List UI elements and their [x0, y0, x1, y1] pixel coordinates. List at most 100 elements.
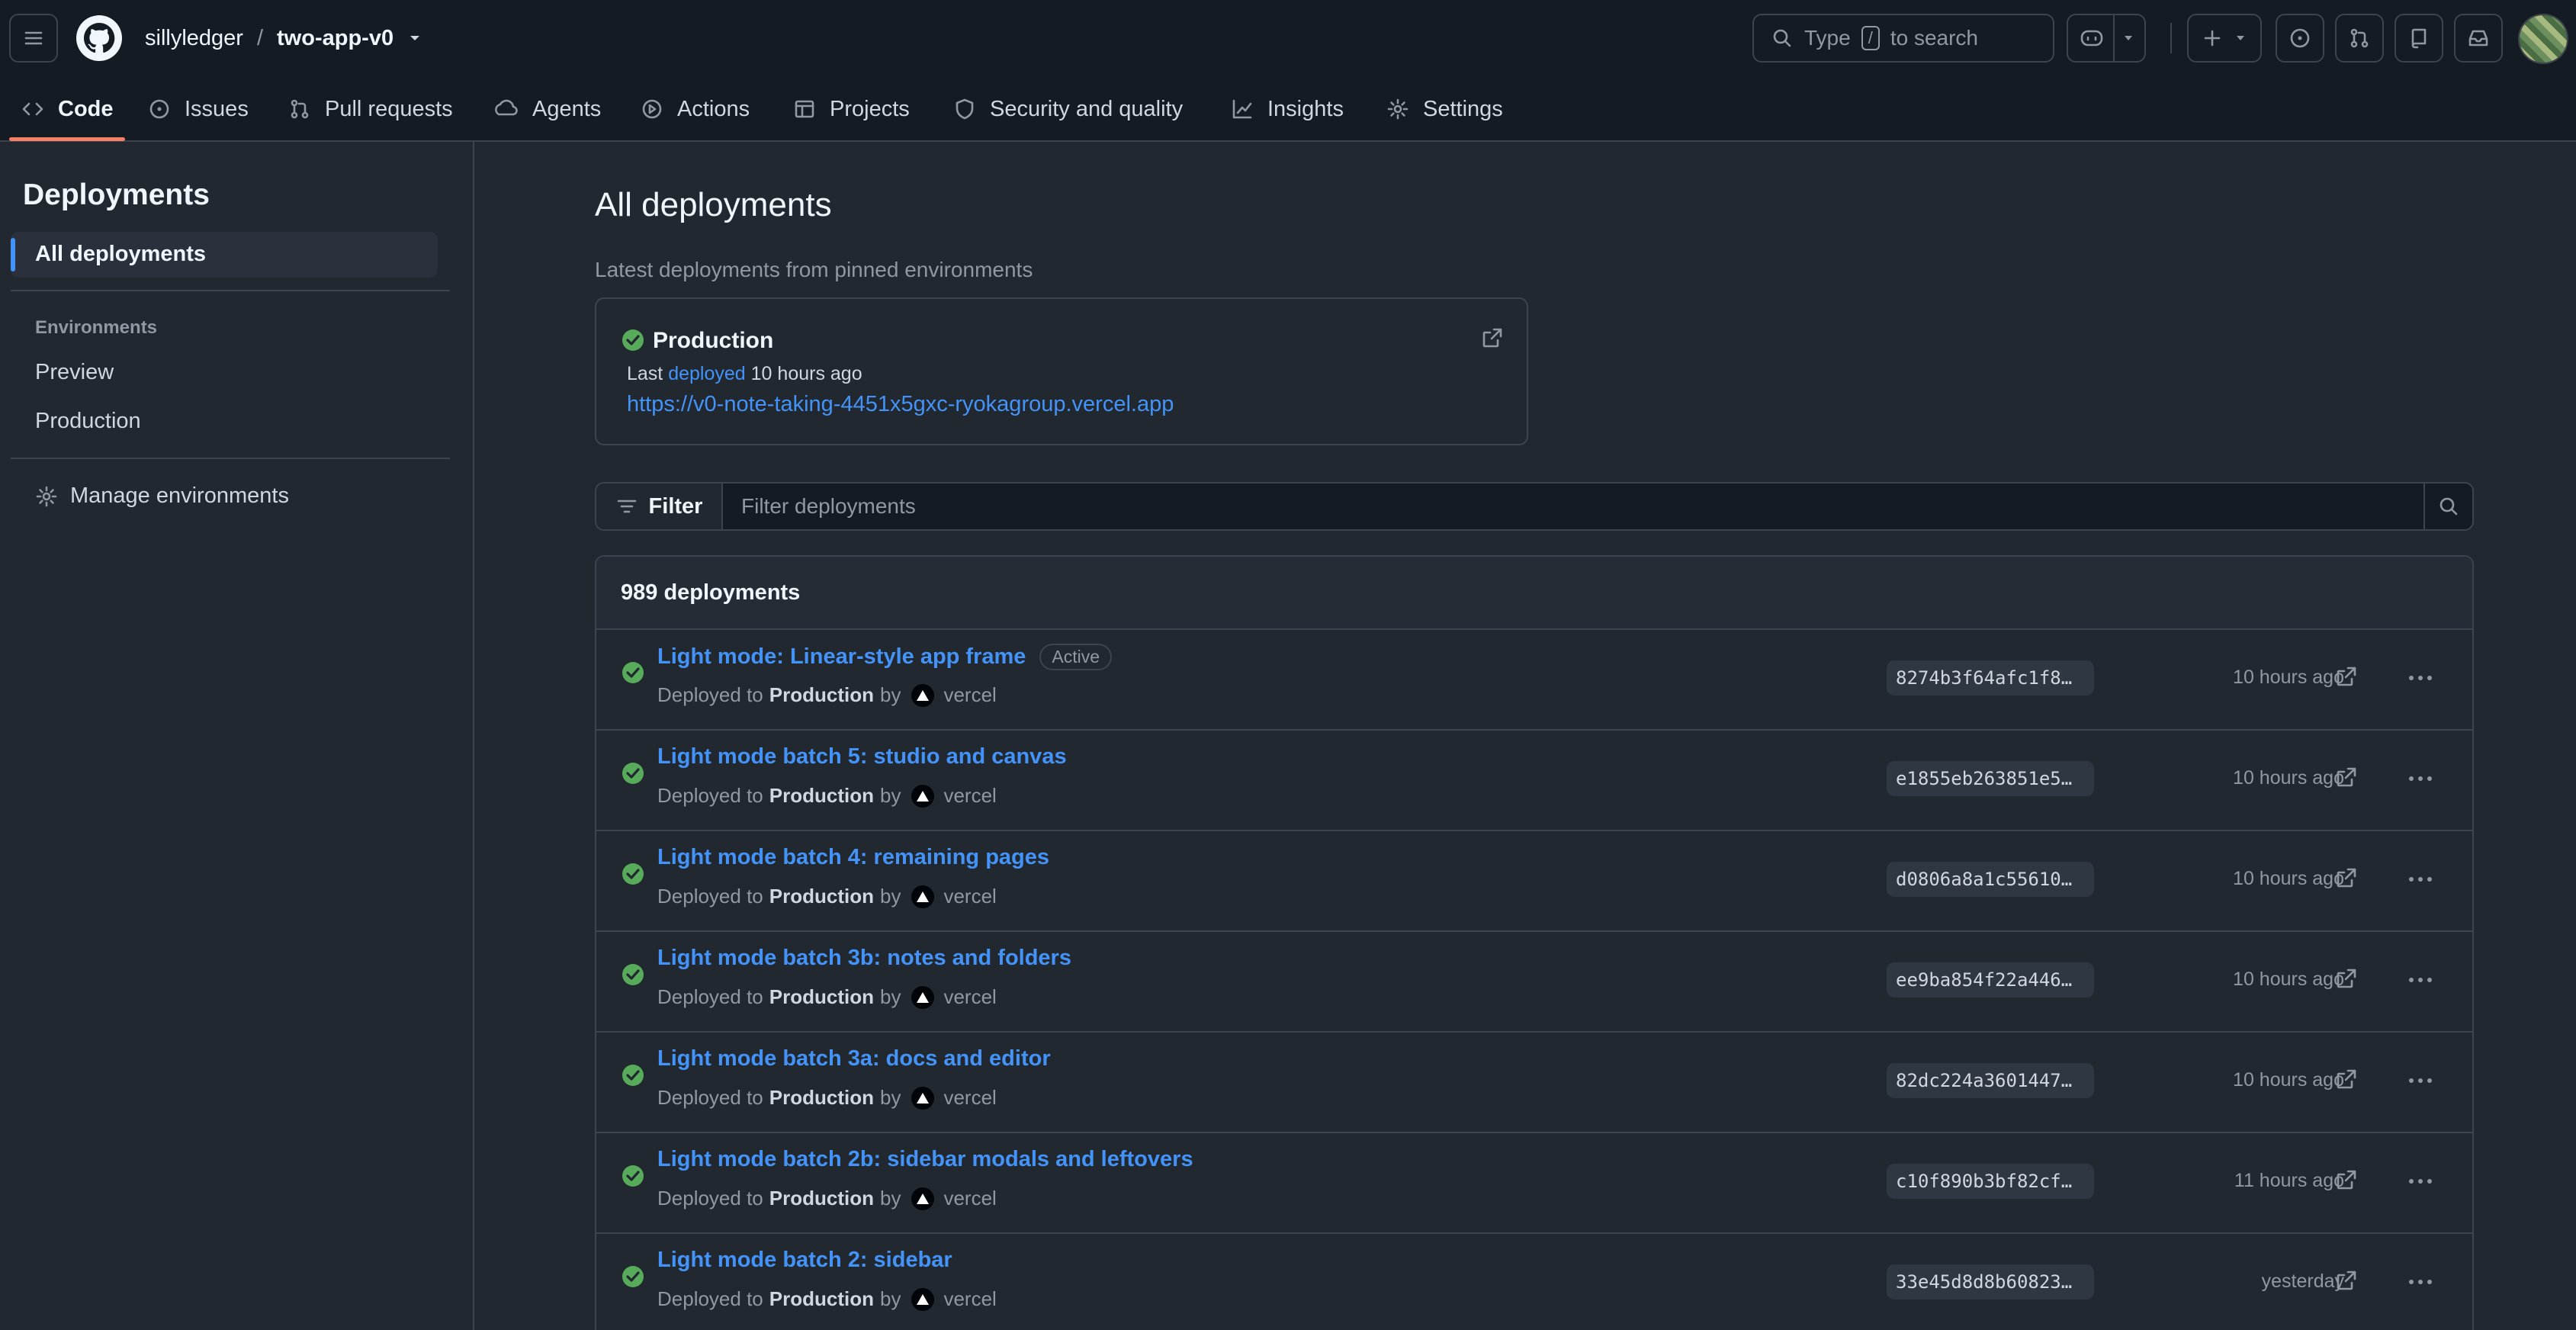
deployment-title-group: Light mode batch 3b: notes and folders — [657, 946, 1071, 971]
link-external-icon[interactable] — [2335, 967, 2358, 990]
deployment-title-link[interactable]: Light mode batch 2: sidebar — [657, 1248, 952, 1273]
deployment-title-link[interactable]: Light mode: Linear-style app frame — [657, 644, 1026, 670]
global-search[interactable]: Type / to search — [1752, 14, 2054, 63]
deployment-meta: Deployed to Production by vercel — [657, 683, 997, 707]
deployment-title-group: Light mode batch 2: sidebar — [657, 1248, 952, 1273]
kebab-horizontal-icon[interactable] — [2407, 1271, 2434, 1293]
deployer-name[interactable]: vercel — [943, 683, 996, 707]
tab-projects[interactable]: Projects — [793, 76, 910, 142]
active-tab-indicator — [9, 137, 125, 141]
deployment-title-group: Light mode: Linear-style app frame Activ… — [657, 644, 1113, 670]
commit-sha[interactable]: d0806a8a1c55610… — [1887, 862, 2094, 897]
search-prefix: Type — [1804, 26, 1851, 50]
breadcrumb-owner[interactable]: sillyledger — [145, 26, 243, 51]
by-text: by — [879, 784, 901, 807]
tab-settings[interactable]: Settings — [1386, 76, 1503, 142]
deployed-to-text: Deployed to — [657, 1287, 763, 1310]
kebab-horizontal-icon[interactable] — [2407, 767, 2434, 790]
deployment-url-link[interactable]: https://v0-note-taking-4451x5gxc-ryokagr… — [627, 392, 1174, 417]
avatar[interactable] — [2518, 14, 2568, 64]
deployed-link[interactable]: deployed — [668, 363, 745, 384]
deployment-title-link[interactable]: Light mode batch 5: studio and canvas — [657, 744, 1067, 769]
deployment-rows: Light mode: Linear-style app frame Activ… — [596, 630, 2472, 1330]
deployment-title-link[interactable]: Light mode batch 3a: docs and editor — [657, 1046, 1051, 1071]
deployer-name[interactable]: vercel — [943, 784, 996, 808]
deployment-row: Light mode batch 5: studio and canvas De… — [596, 731, 2472, 831]
tab-insights[interactable]: Insights — [1231, 76, 1344, 142]
tab-actions[interactable]: Actions — [641, 76, 750, 142]
commit-sha[interactable]: 8274b3f64afc1f8… — [1887, 660, 2094, 696]
check-circle-icon — [622, 1065, 644, 1086]
deployer-name[interactable]: vercel — [943, 1086, 996, 1110]
deployments-sidebar: Deployments All deployments Environments… — [0, 142, 474, 1330]
code-icon — [22, 102, 43, 116]
deployer-name[interactable]: vercel — [943, 885, 996, 908]
deployment-row: Light mode batch 2: sidebar Deployed to … — [596, 1234, 2472, 1330]
by-text: by — [879, 1287, 901, 1310]
inbox-button[interactable] — [2454, 14, 2503, 63]
manage-environments-link[interactable]: Manage environments — [35, 483, 289, 509]
kebab-horizontal-icon[interactable] — [2407, 667, 2434, 689]
tab-label: Issues — [185, 96, 249, 121]
environment-name: Production — [769, 1287, 874, 1310]
sidebar-divider — [11, 290, 450, 291]
filter-input[interactable] — [741, 483, 2343, 529]
tab-pull-requests[interactable]: Pull requests — [288, 76, 453, 142]
link-external-icon[interactable] — [1481, 326, 1504, 349]
sidebar-item-preview[interactable]: Preview — [35, 360, 114, 385]
deployment-row: Light mode batch 4: remaining pages Depl… — [596, 831, 2472, 932]
commit-sha[interactable]: c10f890b3bf82cf… — [1887, 1164, 2094, 1199]
deployer-name[interactable]: vercel — [943, 1187, 996, 1210]
deployer-name[interactable]: vercel — [943, 985, 996, 1009]
link-external-icon[interactable] — [2335, 665, 2358, 688]
kebab-horizontal-icon[interactable] — [2407, 868, 2434, 891]
vercel-logo-icon — [911, 683, 935, 707]
filter-button[interactable]: Filter — [596, 483, 723, 529]
vercel-logo-icon — [911, 1187, 935, 1210]
tab-agents[interactable]: Agents — [494, 76, 601, 142]
environment-name: Production — [769, 784, 874, 807]
create-new-button[interactable] — [2187, 14, 2262, 63]
deployment-title-link[interactable]: Light mode batch 3b: notes and folders — [657, 946, 1071, 971]
deployment-title-link[interactable]: Light mode batch 2b: sidebar modals and … — [657, 1147, 1193, 1172]
check-circle-icon — [622, 964, 644, 985]
repo-icon — [2411, 28, 2427, 49]
repositories-button[interactable] — [2395, 14, 2443, 63]
sidebar-item-production[interactable]: Production — [35, 409, 141, 434]
tab-code[interactable]: Code — [21, 76, 114, 142]
github-logo-icon[interactable] — [75, 14, 124, 63]
sidebar-item-label[interactable]: All deployments — [35, 242, 206, 267]
link-external-icon[interactable] — [2335, 1068, 2358, 1091]
tab-label: Security and quality — [990, 96, 1184, 121]
filter-search-button[interactable] — [2423, 483, 2472, 529]
link-external-icon[interactable] — [2335, 866, 2358, 889]
deployment-title-link[interactable]: Light mode batch 4: remaining pages — [657, 845, 1049, 870]
check-circle-icon — [622, 662, 644, 683]
by-text: by — [879, 1187, 901, 1210]
pull-requests-button[interactable] — [2335, 14, 2384, 63]
pinned-environment-name[interactable]: Production — [653, 328, 773, 354]
breadcrumb-repo[interactable]: two-app-v0 — [277, 26, 393, 51]
commit-sha[interactable]: 82dc224a3601447… — [1887, 1063, 2094, 1098]
deployer-name[interactable]: vercel — [943, 1287, 996, 1311]
tab-security[interactable]: Security and quality — [953, 76, 1183, 142]
link-external-icon[interactable] — [2335, 1269, 2358, 1292]
link-external-icon[interactable] — [2335, 766, 2358, 789]
copilot-button[interactable] — [2067, 14, 2146, 63]
kebab-horizontal-icon[interactable] — [2407, 1069, 2434, 1092]
link-external-icon[interactable] — [2335, 1168, 2358, 1191]
kebab-horizontal-icon[interactable] — [2407, 969, 2434, 991]
active-item-indicator — [11, 238, 15, 271]
commit-sha[interactable]: ee9ba854f22a446… — [1887, 962, 2094, 997]
deployment-time: 10 hours ago — [2233, 767, 2344, 789]
commit-sha[interactable]: 33e45d8d8b60823… — [1887, 1264, 2094, 1299]
deployments-list: 989 deployments Light mode: Linear-style… — [595, 555, 2474, 1330]
search-suffix: to search — [1890, 26, 1978, 50]
commit-sha[interactable]: e1855eb263851e5… — [1887, 761, 2094, 796]
kebab-horizontal-icon[interactable] — [2407, 1170, 2434, 1193]
tab-issues[interactable]: Issues — [148, 76, 249, 142]
caret-down-icon[interactable] — [407, 31, 422, 46]
menu-button[interactable] — [9, 14, 58, 63]
issues-button[interactable] — [2276, 14, 2324, 63]
caret-down-icon — [2237, 36, 2244, 40]
